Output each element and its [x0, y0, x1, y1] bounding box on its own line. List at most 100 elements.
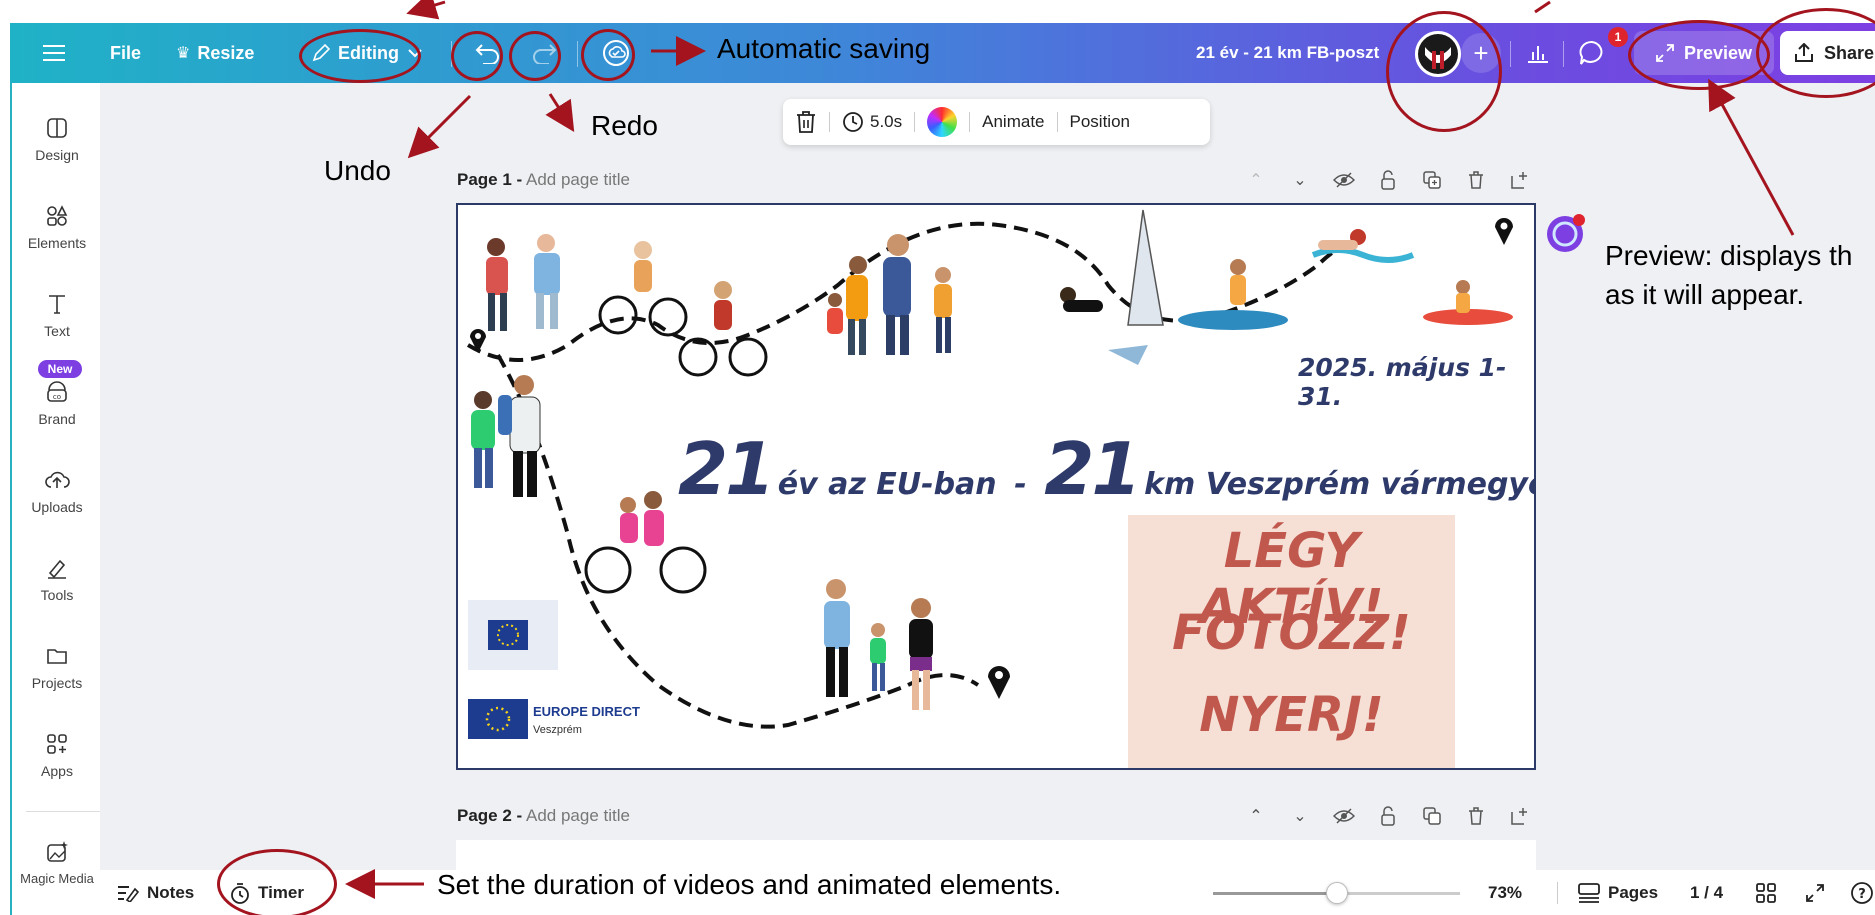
sidebar-item-brand[interactable]: co Brand	[12, 377, 102, 427]
sidebar-item-apps[interactable]: Apps	[12, 729, 102, 779]
color-picker-button[interactable]	[915, 99, 969, 145]
sidebar-divider	[26, 811, 100, 812]
editor-topbar: File ♛ Resize Editing 21 év - 21 km FB-p…	[10, 23, 1875, 83]
headline-phrase-2: km Veszprém vármegyében	[1144, 467, 1534, 502]
comment-count-badge: 1	[1608, 27, 1628, 47]
sidebar-item-uploads[interactable]: Uploads	[12, 465, 102, 515]
apps-icon	[12, 729, 102, 759]
notes-label: Notes	[147, 882, 195, 902]
location-pin-icon	[1495, 218, 1513, 245]
notes-icon	[118, 885, 139, 902]
resize-button[interactable]: ♛ Resize	[176, 23, 254, 83]
uploads-icon	[12, 465, 102, 495]
clock-icon	[843, 112, 863, 132]
annotation-preview-line-2: as it will appear.	[1605, 279, 1805, 310]
left-sidebar: Design Elements Text New co Brand Upload…	[10, 83, 100, 915]
sidebar-item-projects[interactable]: Projects	[12, 641, 102, 691]
zoom-slider[interactable]	[1213, 882, 1460, 904]
hide-icon[interactable]	[1333, 808, 1355, 824]
sidebar-item-tools[interactable]: Tools	[12, 553, 102, 603]
delete-button[interactable]	[783, 99, 829, 145]
page-number-label: Page 1 -	[457, 170, 523, 189]
lock-icon[interactable]	[1377, 170, 1399, 190]
annotation-ellipse-collaborators	[1386, 11, 1502, 132]
sidebar-item-elements[interactable]: Elements	[12, 201, 102, 251]
page-title-input[interactable]: Add page title	[526, 806, 630, 825]
chevron-up-icon[interactable]: ⌃	[1245, 806, 1267, 826]
comments-icon[interactable]	[1578, 23, 1606, 83]
duplicate-page-icon[interactable]	[1421, 807, 1443, 825]
add-page-icon[interactable]	[1509, 807, 1531, 825]
duplicate-page-icon[interactable]	[1421, 171, 1443, 189]
page-1-canvas[interactable]: 2025. május 1-31. 21 év az EU-ban - 21 k…	[456, 203, 1536, 770]
sidebar-item-magic-media[interactable]: Magic Media	[12, 837, 102, 886]
pages-icon	[1578, 882, 1600, 903]
canva-assistant-icon[interactable]	[1545, 214, 1585, 254]
brand-icon: co	[12, 377, 102, 407]
folder-icon	[12, 641, 102, 671]
sidebar-item-label: Tools	[40, 587, 74, 603]
sidebar-item-label: Magic Media	[20, 871, 94, 886]
page-1-tools: ⌃ ⌄	[1245, 170, 1531, 190]
text-icon	[12, 289, 102, 319]
element-toolbar: 5.0s Animate Position	[783, 99, 1210, 145]
chevron-down-icon[interactable]: ⌄	[1289, 806, 1311, 826]
annotation-ellipse-preview	[1628, 20, 1770, 90]
annotation-preview-line-1: Preview: displays th	[1605, 240, 1853, 271]
call-to-action-box: LÉGY AKTÍV! FOTÓZZ! NYERJ!	[1128, 515, 1455, 768]
sidebar-item-text[interactable]: Text	[12, 289, 102, 339]
pages-button[interactable]: Pages	[1578, 870, 1658, 915]
zoom-percentage[interactable]: 73%	[1488, 870, 1522, 915]
sidebar-item-label: Uploads	[31, 499, 83, 515]
headline-number-2: 21	[1044, 427, 1141, 511]
lock-icon[interactable]	[1377, 806, 1399, 826]
family-hiker-figures	[827, 234, 952, 355]
toolbar-divider	[1510, 41, 1511, 67]
sidebar-item-label: Projects	[31, 675, 83, 691]
file-menu[interactable]: File	[110, 23, 141, 83]
chevron-up-icon[interactable]: ⌃	[1245, 170, 1267, 190]
page-number-label: Page 2 -	[457, 806, 523, 825]
file-menu-label: File	[110, 42, 142, 63]
grid-view-icon[interactable]	[1756, 870, 1784, 915]
headline-number-1: 21	[678, 427, 775, 511]
hide-icon[interactable]	[1333, 172, 1355, 188]
notes-button[interactable]: Notes	[117, 870, 194, 915]
delete-page-icon[interactable]	[1465, 807, 1487, 825]
zoom-slider-handle[interactable]	[1325, 882, 1348, 904]
headline-phrase-1: év az EU-ban	[777, 467, 997, 502]
runner-figures	[486, 234, 560, 331]
chevron-down-icon[interactable]: ⌄	[1289, 170, 1311, 190]
page-counter: 1 / 4	[1690, 870, 1723, 915]
annotation-ellipse-undo	[451, 31, 503, 81]
annotation-ellipse-editing	[299, 29, 421, 83]
europe-direct-text: EUROPE DIRECT Veszprém	[533, 703, 640, 739]
svg-text:co: co	[53, 393, 61, 401]
position-label: Position	[1069, 112, 1130, 131]
annotation-undo: Undo	[324, 155, 391, 186]
animate-button[interactable]: Animate	[970, 99, 1056, 145]
duration-button[interactable]: 5.0s	[830, 99, 914, 145]
magic-media-icon	[12, 837, 102, 867]
animate-label: Animate	[982, 112, 1045, 131]
help-icon[interactable]: ?	[1850, 870, 1875, 915]
position-button[interactable]: Position	[1058, 99, 1142, 145]
europe-direct-flag-logo	[468, 699, 528, 739]
document-title[interactable]: 21 év - 21 km FB-poszt	[1196, 23, 1379, 83]
sidebar-item-label: Apps	[41, 763, 73, 779]
sidebar-item-design[interactable]: Design	[12, 113, 102, 163]
delete-page-icon[interactable]	[1465, 171, 1487, 189]
design-headline: 21 év az EU-ban - 21 km Veszprém vármegy…	[678, 427, 1534, 511]
europe-direct-name: EUROPE DIRECT	[533, 704, 640, 719]
canva-editor-screenshot: File ♛ Resize Editing 21 év - 21 km FB-p…	[0, 0, 1875, 915]
menu-icon[interactable]	[43, 23, 65, 83]
new-badge: New	[38, 360, 82, 378]
tools-icon	[12, 553, 102, 583]
insights-icon[interactable]	[1526, 23, 1550, 83]
duration-value: 5.0s	[870, 112, 903, 131]
fullscreen-icon[interactable]	[1805, 870, 1833, 915]
pages-label: Pages	[1608, 882, 1659, 902]
add-page-icon[interactable]	[1509, 171, 1531, 189]
page-title-input[interactable]: Add page title	[526, 170, 630, 189]
design-icon	[12, 113, 102, 143]
